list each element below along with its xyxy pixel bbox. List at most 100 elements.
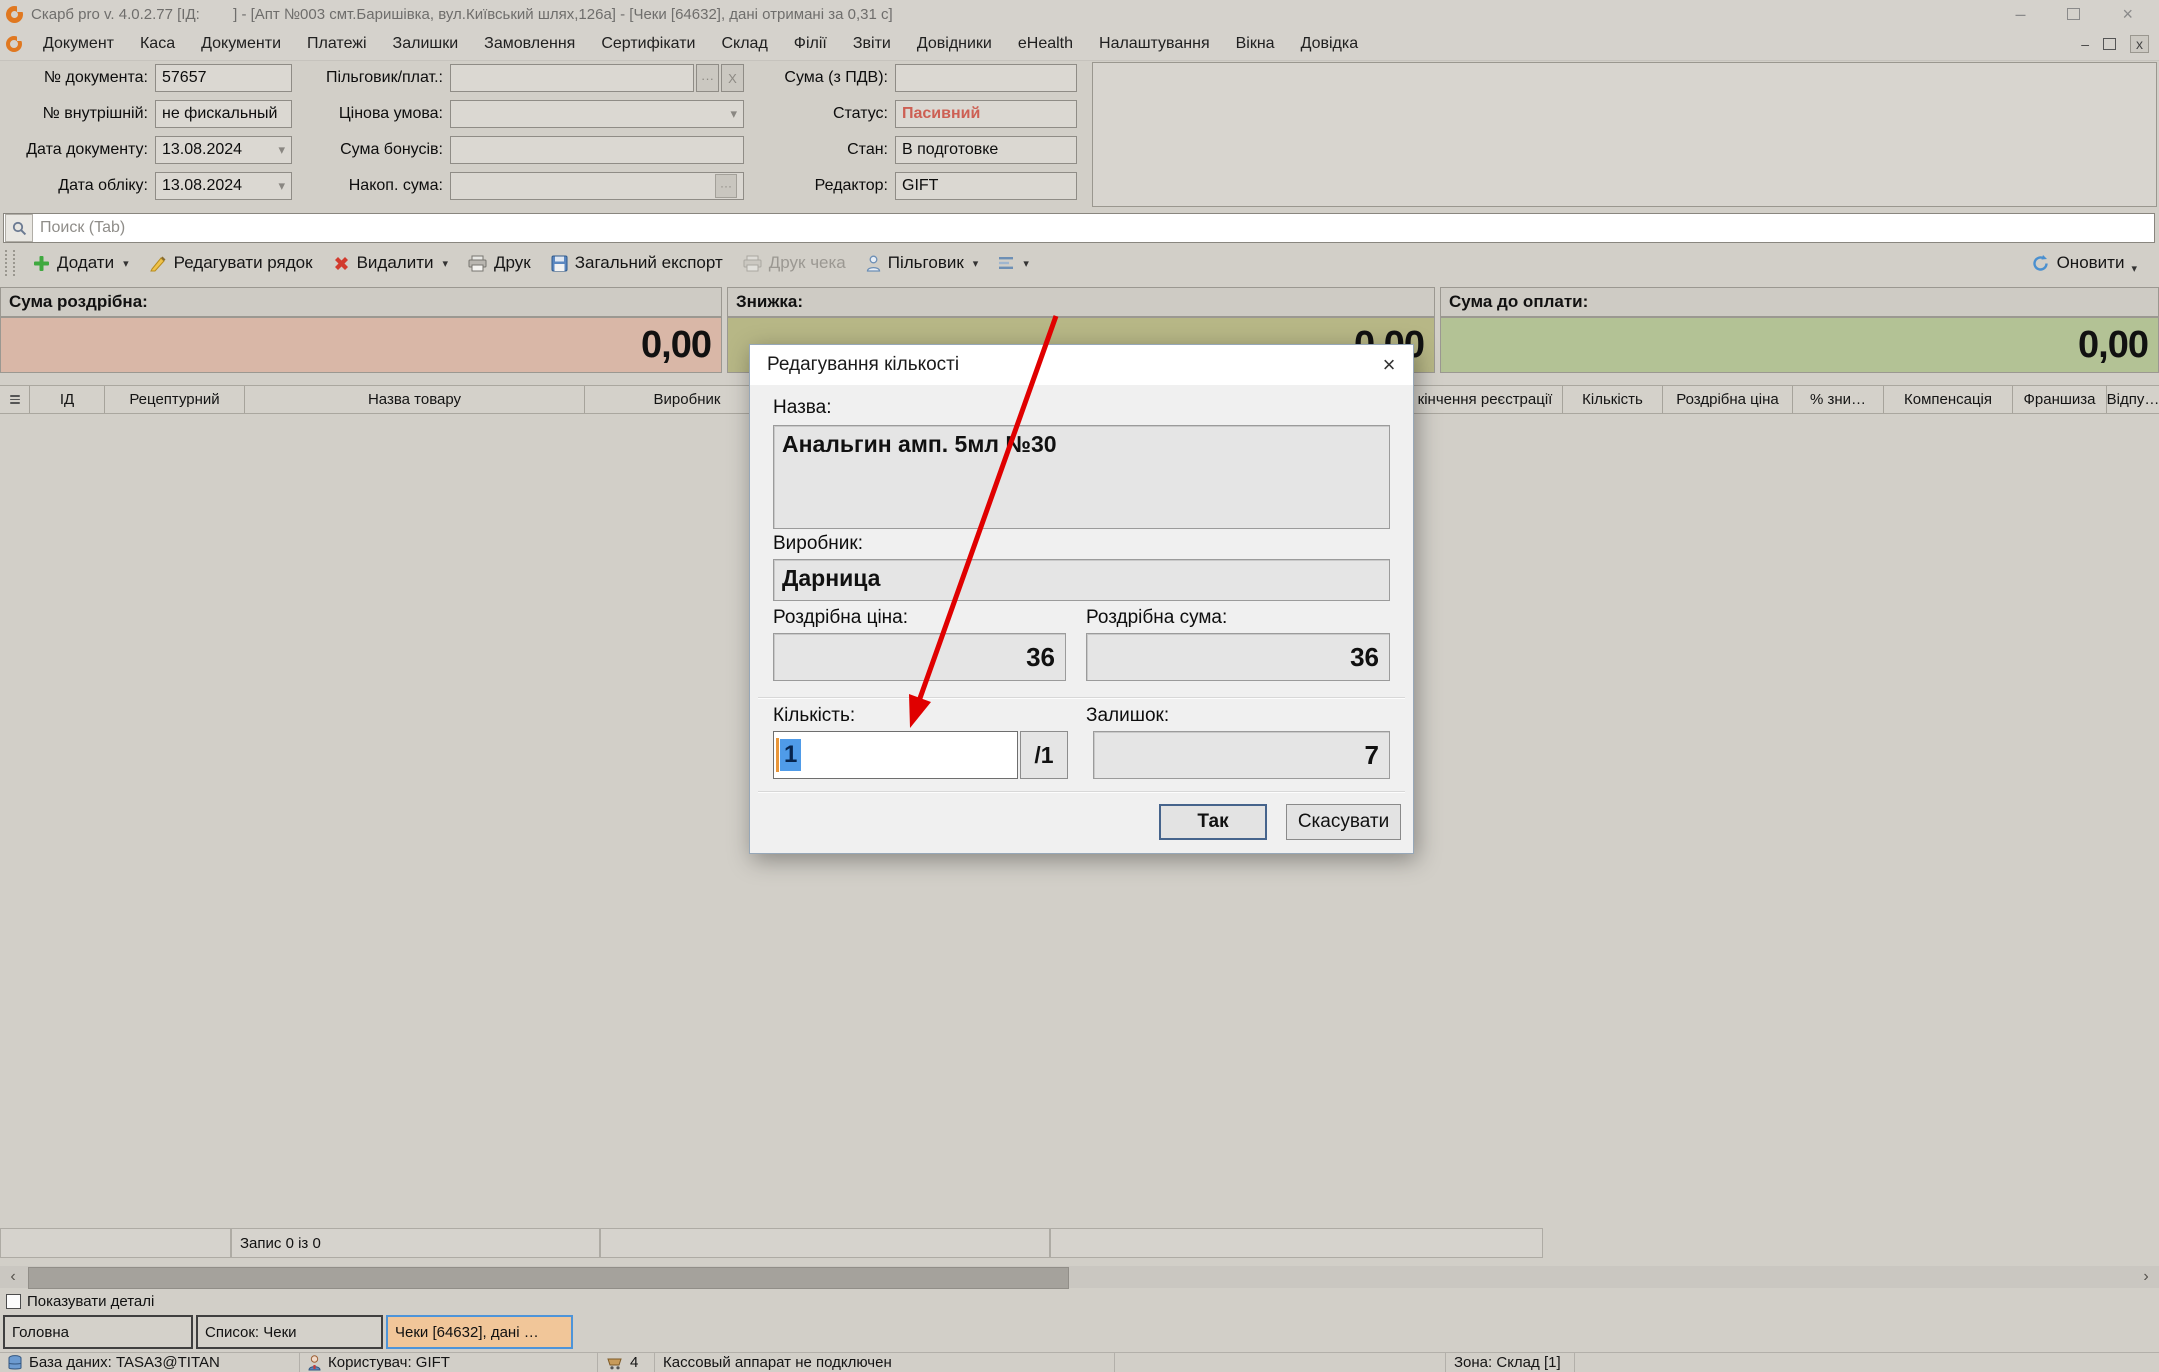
menu-windows[interactable]: Вікна [1223,28,1288,60]
close-button[interactable]: × [2122,4,2133,25]
quantity-input[interactable]: 1 [773,731,1018,779]
zone-text: Зона: Склад [1] [1454,1354,1561,1371]
menu-settings[interactable]: Налаштування [1086,28,1223,60]
list-icon [998,256,1014,270]
printer-icon [743,255,762,272]
beneficiary-field[interactable] [450,64,694,92]
retail-sum-box: 36 [1086,633,1390,681]
manufacturer-label: Виробник: [773,533,863,555]
price-condition-label: Цінова умова: [303,100,443,128]
accum-sum-field[interactable]: ··· [450,172,744,200]
cancel-button[interactable]: Скасувати [1286,804,1401,840]
pencil-icon [149,254,167,272]
column-compensation[interactable]: Компенсація [1884,386,2013,413]
internal-number-field[interactable]: не фискальный [155,100,292,128]
column-registration-end[interactable]: кінчення реєстрації [1408,386,1563,413]
ok-button[interactable]: Так [1159,804,1267,840]
window-title: Скарб pro v. 4.0.2.77 [ІД: ] - [Апт №003… [31,6,893,23]
column-product-name[interactable]: Назва товару [245,386,585,413]
status-bar: База даних: TASA3@TITAN Користувач: GIFT… [0,1352,2159,1372]
sum-vat-field[interactable] [895,64,1077,92]
menu-directories[interactable]: Довідники [904,28,1005,60]
database-text: База даних: TASA3@TITAN [29,1354,220,1371]
scrollbar-thumb[interactable] [28,1267,1069,1289]
column-grip-icon[interactable] [0,386,30,413]
menu-help[interactable]: Довідка [1288,28,1372,60]
cash-device-section: Кассовый аппарат не подключен [655,1353,1115,1372]
mdi-close-button[interactable]: x [2130,35,2149,53]
doc-number-field[interactable]: 57657 [155,64,292,92]
menu-certificates[interactable]: Сертифікати [588,28,708,60]
column-dispense[interactable]: Відпу… [2107,386,2159,413]
bonus-sum-field[interactable] [450,136,744,164]
chevron-down-icon[interactable]: ▾ [278,142,285,158]
column-franchise[interactable]: Франшиза [2013,386,2107,413]
retail-sum-value: 0,00 [0,317,722,373]
menu-payments[interactable]: Платежі [294,28,380,60]
view-options-button[interactable]: ▾ [988,248,1039,278]
scroll-right-button[interactable]: › [2133,1266,2159,1288]
separator [758,697,1405,699]
menu-document[interactable]: Документ [30,28,127,60]
menu-ehealth[interactable]: eHealth [1005,28,1086,60]
edit-row-button[interactable]: Редагувати рядок [139,248,323,278]
text-caret [776,738,779,772]
column-discount-pct[interactable]: % зни… [1793,386,1884,413]
menu-branches[interactable]: Філії [781,28,840,60]
dialog-close-icon[interactable]: × [1365,345,1413,385]
app-menu-icon[interactable] [6,36,22,52]
menu-warehouse[interactable]: Склад [708,28,780,60]
record-bar-segment [600,1228,1050,1258]
bonus-sum-label: Сума бонусів: [303,136,443,164]
column-id[interactable]: ІД [30,386,105,413]
record-bar-segment [0,1228,231,1258]
cart-icon [606,1356,623,1370]
delete-button[interactable]: Видалити▾ [323,248,458,278]
doc-number-label: № документа: [8,64,148,92]
doc-date-field[interactable]: 13.08.2024▾ [155,136,292,164]
restore-button[interactable] [2067,8,2080,20]
add-button[interactable]: Додати▾ [23,248,139,278]
comment-memo-box[interactable] [1092,62,2157,207]
price-condition-select[interactable]: ▾ [450,100,744,128]
dialog-title-bar[interactable]: Редагування кількості × [750,345,1413,385]
record-counter: Запис 0 із 0 [231,1228,600,1258]
minimize-button[interactable]: – [2015,4,2025,25]
mdi-minimize-button[interactable]: – [2081,36,2089,52]
menu-orders[interactable]: Замовлення [471,28,588,60]
horizontal-scrollbar[interactable]: ‹ › [0,1266,2159,1288]
refresh-button[interactable]: Оновити▾ [2031,252,2159,275]
cart-section: 4 [598,1353,655,1372]
tab-home[interactable]: Головна [3,1315,193,1349]
show-details-checkbox[interactable] [6,1294,21,1309]
tab-receipts-active[interactable]: Чеки [64632], дані … [386,1315,573,1349]
chevron-down-icon[interactable]: ▾ [730,106,737,122]
mdi-restore-button[interactable] [2103,38,2116,50]
beneficiary-button[interactable]: Пільговик▾ [856,248,989,278]
menu-reports[interactable]: Звіти [840,28,904,60]
name-label: Назва: [773,397,832,419]
column-prescription[interactable]: Рецептурний [105,386,245,413]
menu-stock[interactable]: Залишки [380,28,472,60]
search-input[interactable] [34,218,2154,238]
scroll-left-button[interactable]: ‹ [0,1266,26,1288]
account-date-field[interactable]: 13.08.2024▾ [155,172,292,200]
beneficiary-label: Пільговик/плат.: [303,64,443,92]
column-retail-price[interactable]: Роздрібна ціна [1663,386,1793,413]
menu-kasa[interactable]: Каса [127,28,188,60]
print-button[interactable]: Друк [458,248,541,278]
search-icon[interactable] [5,214,33,242]
name-value: Анальгин амп. 5мл №30 [774,426,1389,463]
export-all-button[interactable]: Загальний експорт [541,248,733,278]
retail-sum-label: Роздрібна сума: [1086,607,1227,629]
menu-documents[interactable]: Документи [188,28,294,60]
menu-bar: Документ Каса Документи Платежі Залишки … [0,28,2159,61]
retail-price-box: 36 [773,633,1066,681]
beneficiary-more-button[interactable]: ··· [696,64,719,92]
toolbar-grip [5,250,15,276]
column-quantity[interactable]: Кількість [1563,386,1663,413]
user-section: Користувач: GIFT [300,1353,598,1372]
show-details-row: Показувати деталі [6,1290,154,1312]
tab-list-receipts[interactable]: Список: Чеки [196,1315,383,1349]
chevron-down-icon[interactable]: ▾ [278,178,285,194]
